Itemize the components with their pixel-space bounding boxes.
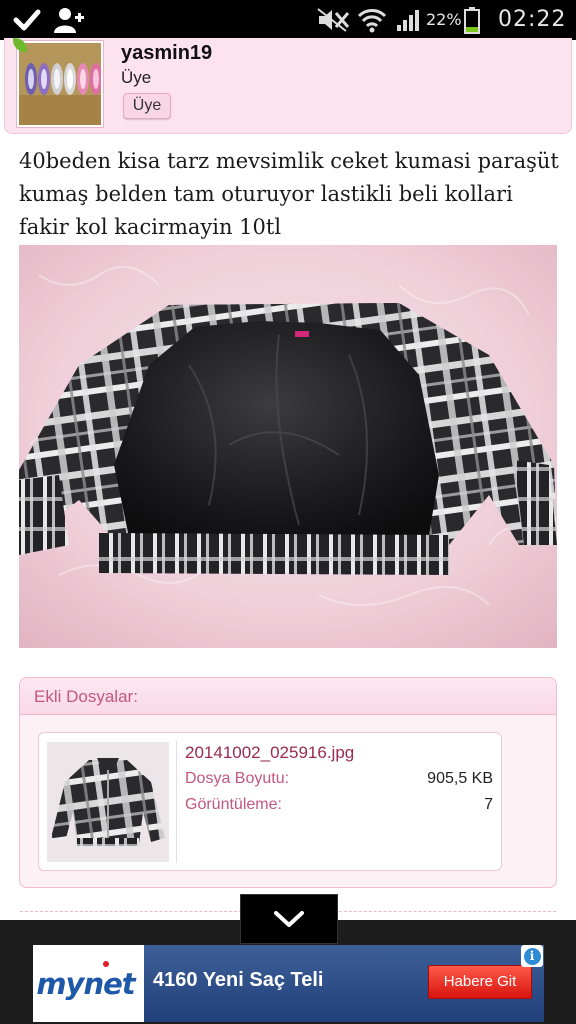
logo-dot [102, 960, 109, 967]
clock: 02:22 [498, 7, 567, 32]
chevron-down-icon [274, 911, 304, 927]
file-size-value: 905,5 KB [427, 770, 493, 787]
views-label: Görüntüleme: [185, 796, 282, 813]
checkmark-icon [12, 0, 42, 40]
wifi-icon [356, 0, 388, 40]
attachment-thumbnail[interactable] [47, 742, 169, 862]
status-bar: 22% 02:22 [0, 0, 576, 40]
ad-cta-button[interactable]: Habere Git [428, 965, 532, 999]
jacket-thumbnail-photo [47, 742, 169, 862]
attachment-filename[interactable]: 20141002_025916.jpg [185, 743, 354, 763]
attachments-panel: Ekli Dosyalar: 20141002_025916.jpg Dosya… [19, 677, 557, 888]
info-icon-glyph: i [523, 947, 541, 965]
divider [176, 741, 177, 863]
add-contact-icon [52, 0, 86, 40]
attachments-header: Ekli Dosyalar: [20, 678, 556, 715]
mynet-logo: mynet [33, 945, 144, 1022]
silent-mode-icon [315, 0, 351, 40]
attachment-card[interactable]: 20141002_025916.jpg Dosya Boyutu: 905,5 … [38, 732, 502, 871]
file-size-label: Dosya Boyutu: [185, 770, 290, 787]
post-text: 40beden kisa tarz mevsimlik ceket kumasi… [19, 149, 559, 239]
sneakers-photo [19, 43, 101, 125]
battery-percent: 22% [426, 10, 462, 29]
post-image[interactable] [19, 245, 557, 648]
collapse-ad-button[interactable] [240, 894, 338, 944]
ad-title[interactable]: 4160 Yeni Saç Teli [153, 969, 324, 992]
ad-info-icon[interactable]: i [521, 945, 543, 967]
role-badge[interactable]: Üye [123, 93, 171, 119]
user-avatar[interactable] [17, 41, 103, 127]
signal-icon [394, 0, 424, 40]
ad-banner[interactable]: mynet 4160 Yeni Saç Teli Habere Git i [33, 945, 544, 1022]
battery-icon [462, 0, 482, 40]
ad-brand: mynet [36, 966, 135, 1001]
views-value: 7 [484, 796, 493, 813]
plaid-jacket-photo [19, 245, 557, 648]
user-role: Üye [121, 68, 152, 87]
user-header: yasmin19 Üye Üye [4, 38, 572, 134]
username[interactable]: yasmin19 [121, 42, 212, 65]
